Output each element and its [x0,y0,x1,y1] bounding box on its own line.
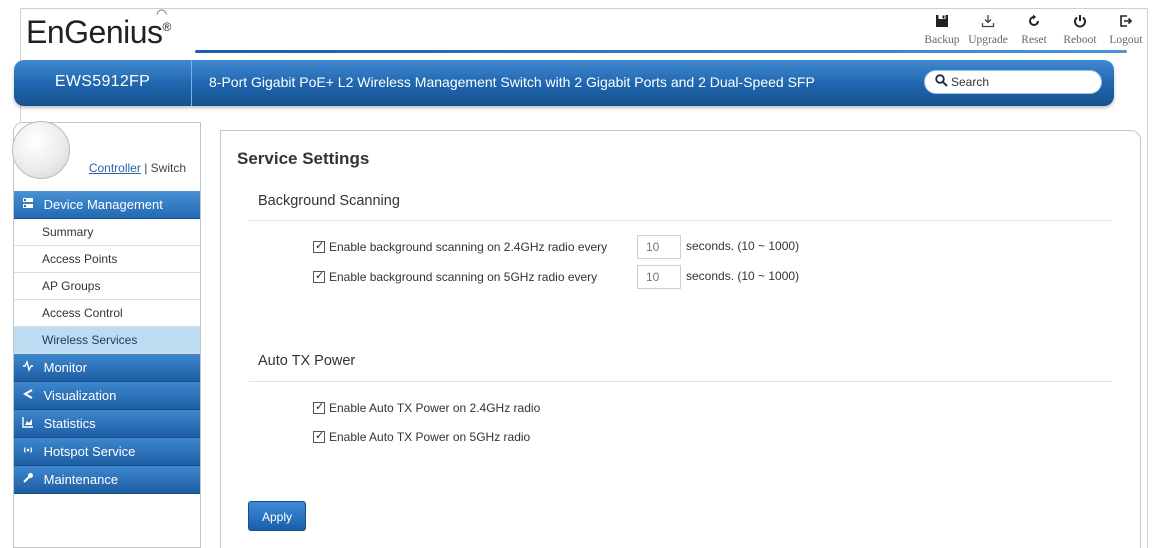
section-auto-tx-power: Auto TX Power [258,353,356,369]
backup-button[interactable]: Backup [919,14,965,46]
sidebar-group-maintenance[interactable]: Maintenance [14,466,200,494]
sidebar-nav: Device Management Summary Access Points … [14,191,200,494]
device-avatar [12,121,70,179]
scan-24ghz-row: Enable background scanning on 2.4GHz rad… [313,235,607,259]
mode-switcher: Controller | Switch [89,161,186,175]
wifi-icon: ◠ [156,6,167,21]
sidebar-item-summary[interactable]: Summary [14,219,200,246]
section-divider [249,220,1112,221]
product-banner: EWS5912FP 8-Port Gigabit PoE+ L2 Wireles… [14,60,1114,106]
scan-24ghz-interval-input[interactable]: 10 [637,235,681,259]
mode-separator: | [144,161,148,175]
scan-24ghz-suffix: seconds. (10 ~ 1000) [686,239,800,253]
device-icon [22,191,40,219]
upgrade-button[interactable]: Upgrade [965,14,1011,46]
power-icon [1057,14,1103,32]
monitor-icon [22,354,40,382]
section-divider [249,381,1112,382]
sidebar-group-hotspot-service[interactable]: Hotspot Service [14,438,200,466]
download-icon [965,14,1011,32]
chart-icon [22,410,40,438]
apply-button[interactable]: Apply [248,501,306,531]
sidebar-group-device-management[interactable]: Device Management [14,191,200,219]
main-panel: Service Settings Background Scanning Ena… [220,130,1141,548]
share-icon [22,382,40,410]
scan-5ghz-row: Enable background scanning on 5GHz radio… [313,265,597,289]
header-accent-line [195,50,1127,53]
logout-icon [1103,14,1149,32]
txpower-5ghz-row: Enable Auto TX Power on 5GHz radio [313,425,530,449]
engenius-logo: EnGenius® ◠ [26,6,171,50]
wrench-icon [22,466,40,494]
scan-5ghz-label: Enable background scanning on 5GHz radio… [329,270,598,284]
sidebar-item-wireless-services[interactable]: Wireless Services [14,327,200,354]
reset-icon [1011,14,1057,32]
reboot-button[interactable]: Reboot [1057,14,1103,46]
sidebar-group-statistics[interactable]: Statistics [14,410,200,438]
txpower-24ghz-label: Enable Auto TX Power on 2.4GHz radio [329,401,541,415]
sidebar: Controller | Switch Device Management Su… [12,121,201,548]
toolbar: Backup Upgrade Reset Reboot Logout [919,14,1149,46]
scan-24ghz-label: Enable background scanning on 2.4GHz rad… [329,240,608,254]
product-description: 8-Port Gigabit PoE+ L2 Wireless Manageme… [209,74,815,90]
search-input[interactable] [951,74,1091,90]
model-name: EWS5912FP [14,60,192,106]
sidebar-group-monitor[interactable]: Monitor [14,354,200,382]
scan-5ghz-suffix: seconds. (10 ~ 1000) [686,269,800,283]
controller-link[interactable]: Controller [89,161,141,175]
sidebar-item-access-points[interactable]: Access Points [14,246,200,273]
txpower-5ghz-checkbox[interactable] [313,429,325,443]
search-box[interactable] [924,70,1102,94]
search-icon [935,74,948,90]
save-icon [919,14,965,32]
txpower-5ghz-label: Enable Auto TX Power on 5GHz radio [329,430,531,444]
scan-5ghz-interval-input[interactable]: 10 [637,265,681,289]
reset-button[interactable]: Reset [1011,14,1057,46]
txpower-24ghz-row: Enable Auto TX Power on 2.4GHz radio [313,396,540,420]
page-title: Service Settings [237,149,370,168]
logout-button[interactable]: Logout [1103,14,1149,46]
sidebar-group-visualization[interactable]: Visualization [14,382,200,410]
scan-5ghz-checkbox[interactable] [313,269,325,283]
scan-24ghz-checkbox[interactable] [313,239,325,253]
wireless-icon [22,438,40,466]
section-background-scanning: Background Scanning [258,193,400,209]
switch-link[interactable]: Switch [151,161,186,175]
sidebar-item-ap-groups[interactable]: AP Groups [14,273,200,300]
txpower-24ghz-checkbox[interactable] [313,400,325,414]
sidebar-item-access-control[interactable]: Access Control [14,300,200,327]
